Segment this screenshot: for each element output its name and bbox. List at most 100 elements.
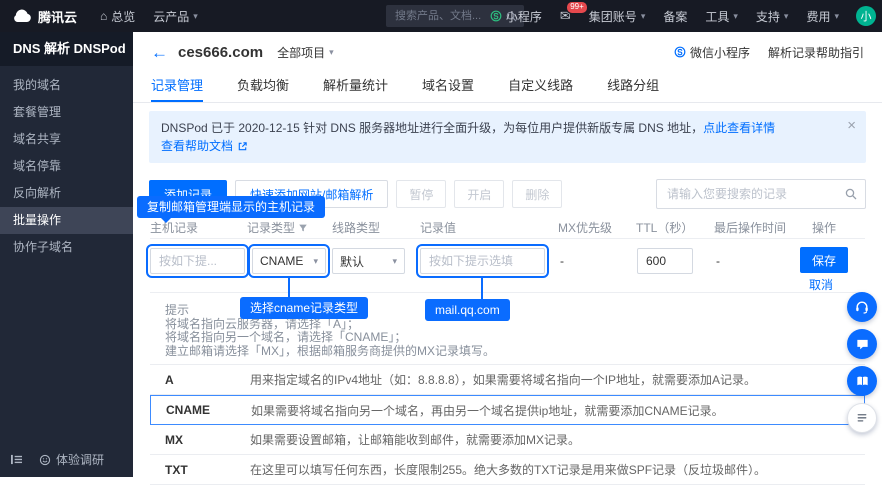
close-icon[interactable]: × [847, 117, 856, 135]
help-guide-link[interactable]: 解析记录帮助指引 [768, 44, 864, 61]
docs-button[interactable] [847, 366, 877, 396]
survey-button[interactable] [847, 403, 877, 433]
sidebar-item-domain-sharing[interactable]: 域名共享 [0, 126, 133, 153]
sidebar-title: DNS 解析 DNSPod [0, 32, 133, 66]
sidebar-item-my-domains[interactable]: 我的域名 [0, 72, 133, 99]
caret-down-icon: ▾ [392, 256, 397, 267]
line-type-value: 默认 [340, 253, 364, 270]
experience-survey-label: 体验调研 [56, 451, 104, 468]
help-doc-link[interactable]: 查看帮助文档 [161, 137, 233, 155]
tab-line-groups[interactable]: 线路分组 [607, 72, 659, 102]
table-row-a[interactable]: A 用来指定域名的IPv4地址（如：8.8.8.8），如果需要将域名指向一个IP… [150, 365, 865, 395]
external-link-icon [237, 141, 248, 152]
customer-service-button[interactable] [847, 292, 877, 322]
nav-support[interactable]: 支持 ▾ [747, 0, 798, 32]
tips-line: 建立邮箱请选择「MX」，根据邮箱服务商提供的MX记录填写。 [165, 345, 495, 359]
type-name: CNAME [151, 403, 251, 417]
nav-group-account[interactable]: 集团账号 ▾ [580, 0, 655, 32]
project-selector[interactable]: 全部项目 ▾ [277, 44, 334, 61]
survey-icon [855, 411, 869, 425]
tab-load-balancing[interactable]: 负载均衡 [237, 72, 289, 102]
cancel-link[interactable]: 取消 [809, 276, 833, 293]
record-search-input[interactable] [665, 186, 839, 202]
tab-record-management[interactable]: 记录管理 [151, 72, 203, 102]
nav-products-label: 云产品 [153, 8, 189, 25]
nav-overview[interactable]: ⌂ 总览 [91, 0, 144, 32]
col-header-host: 主机记录 [150, 219, 198, 236]
nav-beian-label: 备案 [663, 8, 687, 25]
topbar: 腾讯云 ⌂ 总览 云产品 ▾ 小程序 ✉ 99+ 集团账号 ▾ 备案 工具 ▾ [0, 0, 882, 32]
value-guide-tooltip: mail.qq.com [425, 299, 510, 321]
nav-beian[interactable]: 备案 [654, 0, 696, 32]
nav-mini-program[interactable]: 小程序 [481, 0, 551, 32]
ttl-input[interactable] [637, 248, 693, 274]
wechat-miniprogram-label: 微信小程序 [690, 44, 750, 61]
sidebar-item-plan-management[interactable]: 套餐管理 [0, 99, 133, 126]
topbar-right: 小程序 ✉ 99+ 集团账号 ▾ 备案 工具 ▾ 支持 ▾ 费用 ▾ 小 [481, 0, 876, 32]
sidebar-item-domain-parking[interactable]: 域名停靠 [0, 153, 133, 180]
edit-row-divider [150, 292, 865, 293]
col-header-last-op: 最后操作时间 [714, 219, 786, 236]
miniprogram-icon [490, 10, 502, 22]
table-row-mx[interactable]: MX 如果需要设置邮箱，让邮箱能收到邮件，就需要添加MX记录。 [150, 425, 865, 455]
enable-button[interactable]: 开启 [454, 180, 504, 208]
type-name: A [150, 373, 250, 387]
nav-billing[interactable]: 费用 ▾ [797, 0, 848, 32]
col-header-type[interactable]: 记录类型 [247, 219, 308, 236]
back-button[interactable]: ← [151, 44, 168, 61]
brand-label: 腾讯云 [38, 7, 77, 26]
type-name: TXT [150, 463, 250, 477]
nav-mini-program-label: 小程序 [506, 8, 542, 25]
experience-survey-link[interactable]: 体验调研 [39, 451, 104, 468]
headset-icon [854, 299, 870, 315]
tab-resolution-stats[interactable]: 解析量统计 [323, 72, 388, 102]
nav-cloud-products[interactable]: 云产品 ▾ [144, 0, 207, 32]
sidebar-item-batch-operations[interactable]: 批量操作 [0, 207, 133, 234]
nav-tools[interactable]: 工具 ▾ [696, 0, 747, 32]
cloud-logo-icon [12, 9, 32, 23]
notice-detail-link[interactable]: 点此查看详情 [703, 121, 775, 135]
sidebar: DNS 解析 DNSPod 我的域名 套餐管理 域名共享 域名停靠 反向解析 批… [0, 32, 133, 477]
type-desc: 在这里可以填写任何东西，长度限制255。绝大多数的TXT记录是用来做SPF记录（… [250, 461, 865, 478]
search-icon[interactable] [845, 188, 857, 200]
delete-button[interactable]: 删除 [512, 180, 562, 208]
save-button[interactable]: 保存 [800, 247, 848, 273]
nav-overview-label: 总览 [111, 8, 135, 25]
caret-down-icon: ▾ [329, 47, 334, 58]
wechat-miniprogram-link[interactable]: 微信小程序 [674, 44, 750, 61]
record-type-select[interactable]: CNAME ▾ [252, 248, 326, 274]
sidebar-item-reverse-dns[interactable]: 反向解析 [0, 180, 133, 207]
table-row-txt[interactable]: TXT 在这里可以填写任何东西，长度限制255。绝大多数的TXT记录是用来做SP… [150, 455, 865, 485]
type-desc: 如果需要将域名指向另一个域名，再由另一个域名提供ip地址，就需要添加CNAME记… [251, 402, 864, 419]
record-value-input[interactable] [420, 248, 545, 274]
line-type-select[interactable]: 默认 ▾ [332, 248, 405, 274]
sidebar-item-collaborative-subdomains[interactable]: 协作子域名 [0, 234, 133, 261]
col-header-actions: 操作 [812, 219, 836, 236]
avatar[interactable]: 小 [856, 6, 876, 26]
domain-header: ← ces666.com 全部项目 ▾ 微信小程序 解析记录帮助指引 [133, 32, 882, 72]
nav-support-label: 支持 [756, 8, 780, 25]
caret-down-icon: ▾ [834, 11, 839, 22]
docs-icon [855, 374, 870, 389]
notice-line-1: DNSPod 已于 2020-12-15 针对 DNS 服务器地址进行全面升级，… [161, 119, 834, 137]
table-row-cname[interactable]: CNAME 如果需要将域名指向另一个域名，再由另一个域名提供ip地址，就需要添加… [150, 395, 865, 425]
tab-domain-settings[interactable]: 域名设置 [422, 72, 474, 102]
project-selector-label: 全部项目 [277, 44, 325, 61]
feedback-button[interactable] [847, 329, 877, 359]
nav-messages[interactable]: ✉ 99+ [551, 0, 580, 32]
collapse-sidebar-icon[interactable] [10, 454, 23, 465]
filter-icon[interactable] [298, 223, 308, 233]
header-divider [150, 238, 865, 239]
domain-title: ces666.com [178, 44, 263, 61]
tencent-cloud-logo[interactable]: 腾讯云 [0, 7, 91, 26]
host-record-input[interactable] [150, 248, 245, 274]
record-search[interactable] [656, 179, 866, 209]
records-section: 主机记录 记录类型 线路类型 记录值 MX优先级 TTL（秒） 最后操作时间 操… [133, 212, 882, 477]
type-desc: 如果需要设置邮箱，让邮箱能收到邮件，就需要添加MX记录。 [250, 431, 865, 448]
nav-tools-label: 工具 [705, 8, 729, 25]
floating-toolbar [847, 292, 877, 433]
pause-button[interactable]: 暂停 [396, 180, 446, 208]
col-header-value: 记录值 [420, 219, 456, 236]
caret-down-icon: ▾ [733, 11, 738, 22]
tab-custom-lines[interactable]: 自定义线路 [508, 72, 573, 102]
